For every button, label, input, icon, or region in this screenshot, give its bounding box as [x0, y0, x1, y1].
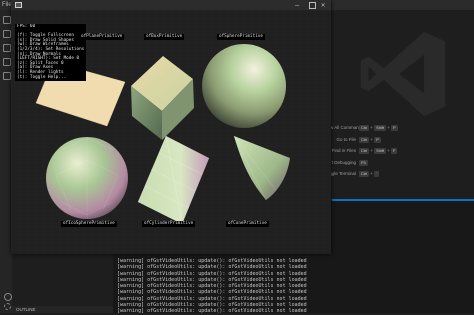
- shortcut-row: Find in Files Ctrl + Shift + F: [322, 147, 398, 155]
- keybinding: Ctrl: [359, 148, 370, 154]
- source-control-icon[interactable]: [3, 44, 11, 52]
- keybinding: `: [374, 171, 380, 177]
- search-icon[interactable]: [3, 30, 11, 38]
- label-cone-primitive: ofConePrimitive: [226, 221, 269, 227]
- terminal-output: [warning] ofGstVideoUtils: update(): ofG…: [117, 258, 307, 315]
- label-sphere-primitive: ofSpherePrimitive: [217, 34, 265, 40]
- keybinding: Shift: [374, 125, 387, 131]
- keybinding: Ctrl: [359, 125, 370, 131]
- render-canvas[interactable]: FPS: 60 (f): Toggle Fullscreen (s): Draw…: [11, 10, 331, 254]
- shortcut-row: Show All CommandsCtrl + Shift + P: [322, 124, 399, 132]
- maximize-button[interactable]: [309, 2, 316, 9]
- extensions-icon[interactable]: [3, 72, 11, 80]
- account-icon[interactable]: [4, 293, 12, 301]
- keybinding: F: [391, 148, 398, 154]
- keybinding: Ctrl: [359, 136, 370, 143]
- keybinding: Ctrl: [359, 171, 370, 177]
- icosphere-shape: [46, 137, 128, 219]
- app-icon: [15, 2, 22, 8]
- minimize-button[interactable]: —: [295, 1, 299, 9]
- label-box-primitive: ofBoxPrimitive: [144, 34, 185, 40]
- close-button[interactable]: ✕: [321, 0, 325, 10]
- help-overlay: FPS: 60 (f): Toggle Fullscreen (s): Draw…: [15, 24, 86, 81]
- label-cylinder-primitive: ofCylinderPrimitive: [142, 221, 196, 227]
- of-app-window[interactable]: — ✕ FPS: 60 (f): Toggle Fullscreen (s): …: [11, 0, 331, 254]
- outline-label: OUTLINE: [16, 307, 36, 312]
- label-plane-primitive: ofPlanePrimitive: [79, 34, 125, 40]
- explorer-icon[interactable]: [3, 16, 11, 24]
- keybinding: P: [391, 125, 398, 131]
- label-icosphere-primitive: ofIcoSpherePrimitive: [61, 221, 117, 227]
- keybinding: P: [374, 136, 381, 143]
- run-debug-icon[interactable]: [3, 58, 11, 66]
- keybinding: F5: [359, 159, 368, 166]
- gear-icon[interactable]: [4, 303, 11, 310]
- vscode-logo-watermark: [360, 31, 446, 117]
- keybinding: Shift: [374, 148, 387, 154]
- sphere-shape: [202, 44, 286, 128]
- app-titlebar[interactable]: — ✕: [11, 0, 331, 10]
